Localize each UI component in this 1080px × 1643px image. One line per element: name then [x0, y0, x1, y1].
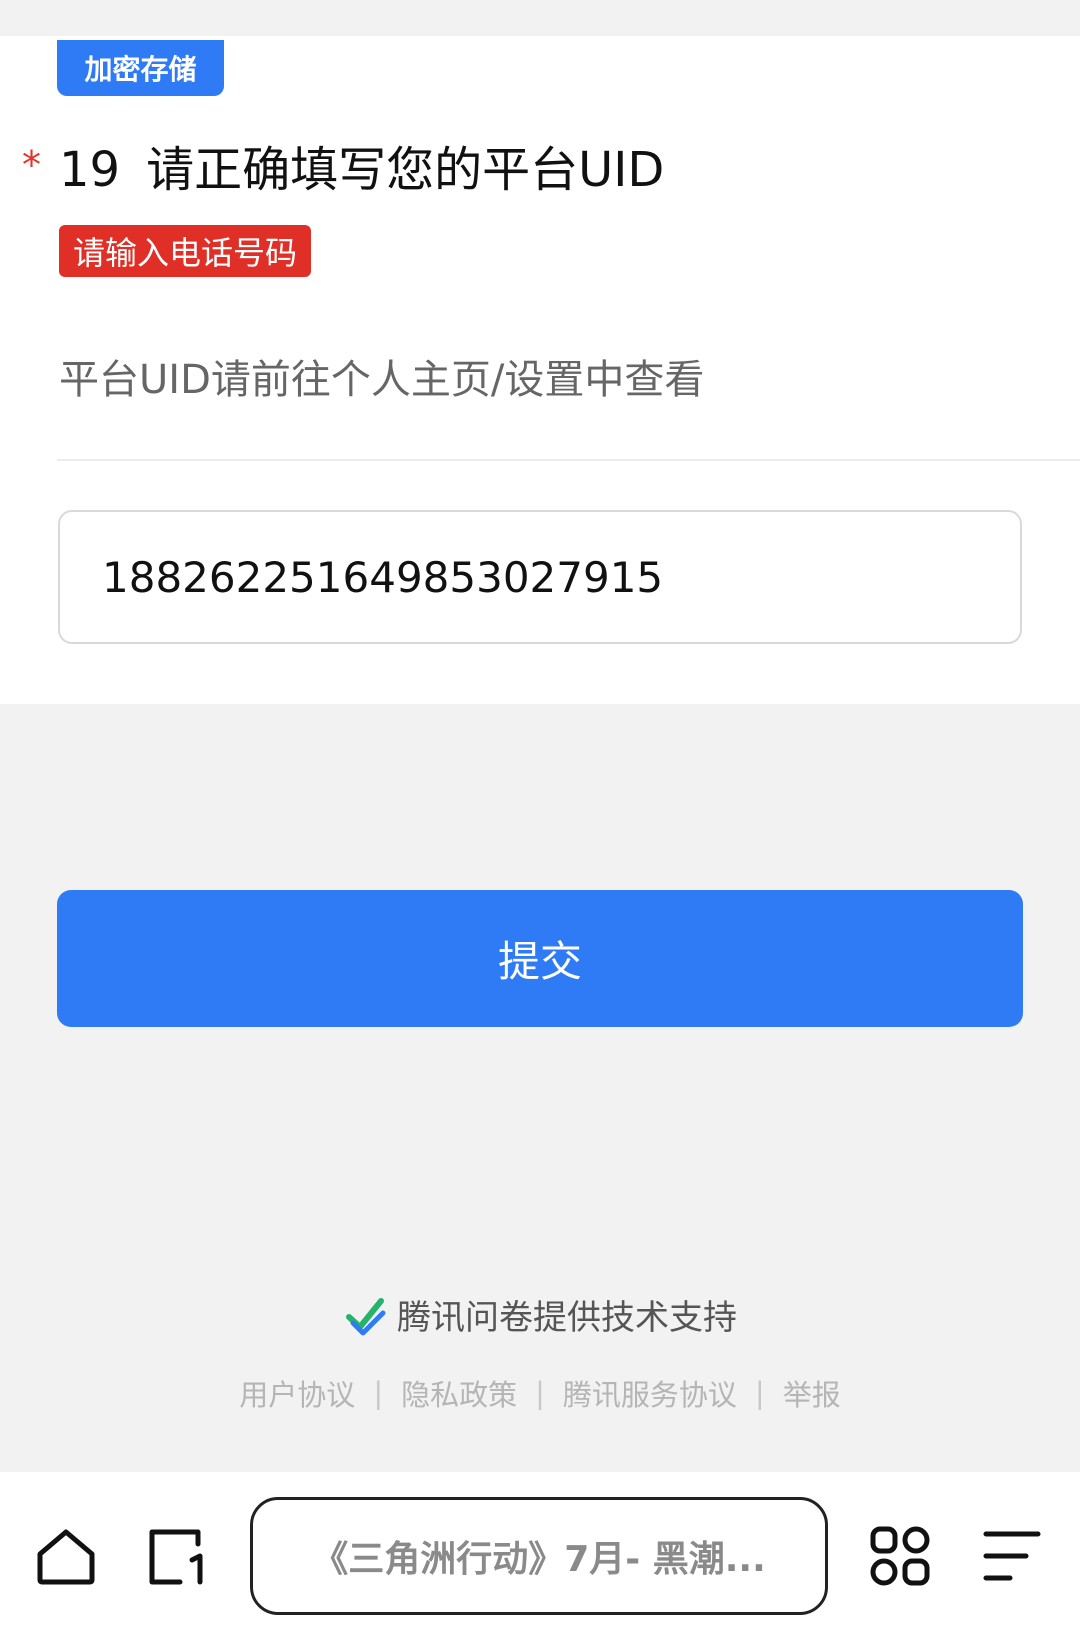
apps-grid-icon[interactable]: [868, 1524, 932, 1588]
address-bar[interactable]: 《三角洲行动》7月- 黑潮...: [250, 1497, 828, 1615]
submit-button[interactable]: 提交: [57, 890, 1023, 1027]
question-text: 请正确填写您的平台UID: [146, 142, 665, 198]
link-tencent-service-agreement[interactable]: 腾讯服务协议: [563, 1372, 737, 1414]
divider: [57, 459, 1080, 461]
separator: |: [373, 1376, 384, 1410]
menu-icon[interactable]: [980, 1524, 1044, 1588]
uid-input[interactable]: [58, 510, 1022, 644]
tabs-icon[interactable]: [144, 1524, 208, 1588]
question-title: 19 请正确填写您的平台UID: [59, 140, 664, 200]
encrypted-storage-badge: 加密存储: [57, 40, 224, 96]
tech-support-line: 腾讯问卷提供技术支持: [0, 1290, 1080, 1339]
question-number: 19: [59, 142, 121, 198]
footer-links: 用户协议 | 隐私政策 | 腾讯服务协议 | 举报: [0, 1372, 1080, 1414]
browser-bottom-bar: 《三角洲行动》7月- 黑潮...: [0, 1472, 1080, 1643]
link-user-agreement[interactable]: 用户协议: [239, 1372, 355, 1414]
tencent-survey-check-icon: [346, 1297, 386, 1335]
home-icon[interactable]: [34, 1524, 98, 1588]
separator: |: [754, 1376, 765, 1410]
required-mark: *: [22, 143, 41, 187]
link-report[interactable]: 举报: [783, 1372, 841, 1414]
link-privacy-policy[interactable]: 隐私政策: [401, 1372, 517, 1414]
support-text: 腾讯问卷提供技术支持: [397, 1298, 737, 1338]
error-badge: 请输入电话号码: [59, 225, 312, 277]
separator: |: [535, 1376, 545, 1410]
address-text: 《三角洲行动》7月- 黑潮...: [312, 1539, 766, 1580]
question-hint: 平台UID请前往个人主页/设置中查看: [59, 357, 705, 403]
top-strip: [0, 0, 1080, 36]
